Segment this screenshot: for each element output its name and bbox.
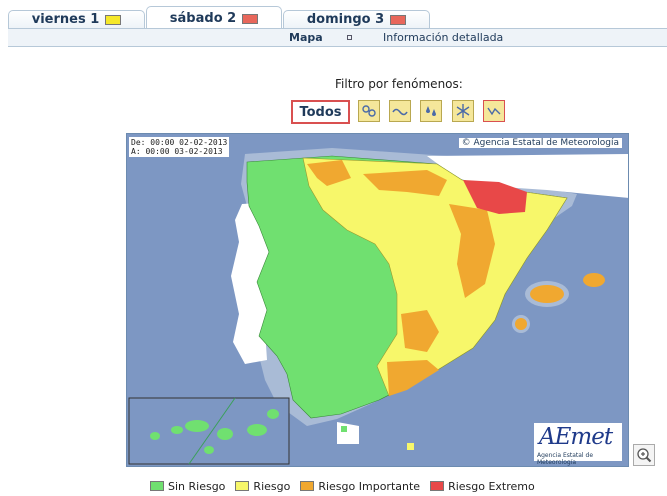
tenerife (185, 420, 209, 432)
la-gomera (171, 426, 183, 434)
legend-item-important-risk: Riesgo Importante (300, 480, 420, 493)
zoom-in-button[interactable] (633, 444, 655, 466)
tab-day-3-label: domingo 3 (306, 12, 385, 27)
tab-day-1-risk-swatch (105, 14, 122, 25)
forecast-dates: De: 00:00 02-02-2013 A: 00:00 03-02-2013 (129, 137, 230, 157)
tab-day-3[interactable]: domingo 3 (283, 10, 430, 28)
legend-label-risk: Riesgo (253, 479, 291, 493)
tab-day-2[interactable]: sábado 2 (146, 6, 282, 30)
lanzarote (267, 409, 279, 419)
tab-day-1-label: viernes 1 (31, 12, 100, 27)
wind-filter-button[interactable] (358, 100, 380, 122)
tab-day-3-risk-swatch (390, 14, 407, 25)
tab-day-2-risk-swatch (242, 13, 259, 24)
aemet-logo: AEmet Agencia Estatal de Meteorología (534, 423, 622, 466)
tab-day-2-label: sábado 2 (169, 11, 237, 26)
africa-land (337, 422, 359, 444)
temperature-icon (487, 107, 501, 116)
legend-swatch-no-risk (150, 481, 164, 491)
tab-day-1[interactable]: viernes 1 (8, 10, 145, 28)
aemet-logo-subtitle: Agencia Estatal de Meteorología (537, 452, 594, 466)
sub-navigation: Mapa Información detallada (8, 28, 667, 47)
legend-label-extreme-risk: Riesgo Extremo (448, 479, 535, 493)
el-hierro (204, 446, 214, 454)
separator-bullet-icon (347, 35, 352, 40)
date-to: A: 00:00 03-02-2013 (131, 147, 223, 156)
fuerteventura (247, 424, 267, 436)
mallorca (530, 285, 564, 303)
rain-icon (426, 106, 436, 116)
gran-canaria (217, 428, 233, 440)
map-regions (128, 148, 628, 465)
magnifier-plus-icon (637, 448, 652, 463)
snow-icon (456, 104, 470, 118)
ceuta (341, 426, 347, 432)
coastal-filter-button[interactable] (389, 100, 411, 122)
melilla (407, 443, 414, 450)
coastal-icon (392, 108, 408, 116)
warnings-map[interactable]: De: 00:00 02-02-2013 A: 00:00 03-02-2013… (126, 133, 629, 467)
orange-risk-southeast (387, 360, 439, 396)
legend-label-important-risk: Riesgo Importante (318, 479, 421, 493)
day-tabs: viernes 1 sábado 2 domingo 3 (0, 0, 667, 30)
map-view-link[interactable]: Mapa (289, 31, 323, 44)
menorca (583, 273, 605, 287)
filter-label: Filtro por fenómenos: (335, 77, 463, 91)
legend-swatch-important-risk (300, 481, 315, 491)
snow-filter-button[interactable] (452, 100, 474, 122)
copyright-notice: © Agencia Estatal de Meteorología (458, 138, 622, 148)
filter-all-button[interactable]: Todos (291, 100, 350, 124)
detailed-info-link[interactable]: Información detallada (383, 31, 503, 44)
copyright-text: Agencia Estatal de Meteorología (473, 138, 620, 148)
legend-label-no-risk: Sin Riesgo (168, 479, 226, 493)
date-from: De: 00:00 02-02-2013 (131, 138, 228, 147)
la-palma (150, 432, 160, 440)
legend-item-risk: Riesgo (235, 480, 290, 493)
wind-icon (362, 105, 376, 117)
risk-legend: Sin Riesgo Riesgo Riesgo Importante Ries… (150, 479, 535, 493)
rain-filter-button[interactable] (420, 100, 442, 122)
legend-swatch-extreme-risk (430, 481, 445, 491)
legend-swatch-risk (235, 481, 250, 491)
legend-item-extreme-risk: Riesgo Extremo (430, 480, 535, 493)
aemet-logo-text: AEmet (539, 424, 613, 450)
copyright-icon: © (461, 138, 471, 148)
legend-item-no-risk: Sin Riesgo (150, 480, 225, 493)
ibiza (515, 318, 527, 330)
temperature-filter-button[interactable] (483, 100, 505, 122)
